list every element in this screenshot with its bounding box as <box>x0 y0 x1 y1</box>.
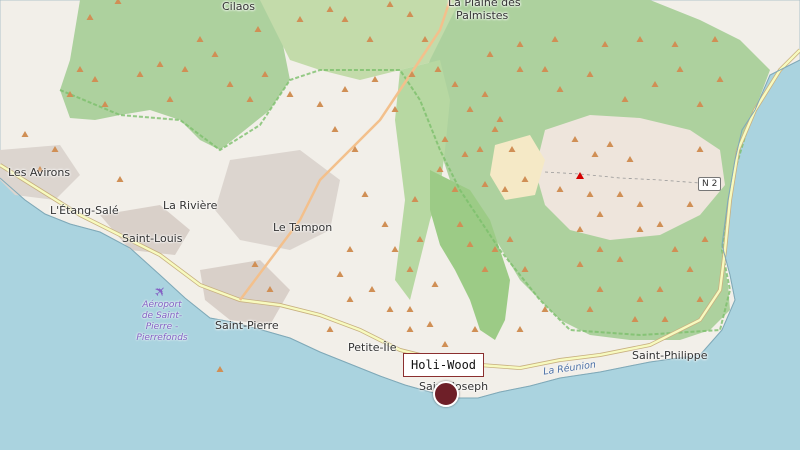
road-shield-n2: N 2 <box>698 177 722 191</box>
place-les-avirons: Les Avirons <box>8 166 71 179</box>
airport-label-line2: de Saint- <box>141 311 183 321</box>
place-petite-ile: Petite-Île <box>348 341 397 354</box>
place-plaine-des-palmistes-line1: La Plaine des <box>448 0 521 9</box>
place-la-riviere: La Rivière <box>163 199 218 212</box>
map-base-layer <box>0 0 800 450</box>
airport-label-line1: Aéroport <box>142 300 182 310</box>
airport-label: Aéroport de Saint- Pierre - Pierrefonds <box>132 300 192 344</box>
place-saint-philippe: Saint-Philippe <box>632 349 708 362</box>
place-plaine-des-palmistes-line2: Palmistes <box>456 9 509 22</box>
place-saint-pierre: Saint-Pierre <box>215 319 279 332</box>
airport-label-line3: Pierre - <box>145 322 179 332</box>
place-le-tampon: Le Tampon <box>273 221 333 234</box>
marker-tooltip: Holi-Wood <box>403 353 485 377</box>
map-view[interactable]: Cilaos La Plaine des Palmistes Les Aviro… <box>0 0 800 450</box>
location-pin-icon[interactable] <box>433 381 459 407</box>
airport-label-line4: Pierrefonds <box>136 333 188 343</box>
place-cilaos: Cilaos <box>222 0 255 13</box>
place-etang-sale: L'Étang-Salé <box>50 204 119 217</box>
place-saint-louis: Saint-Louis <box>122 232 183 245</box>
